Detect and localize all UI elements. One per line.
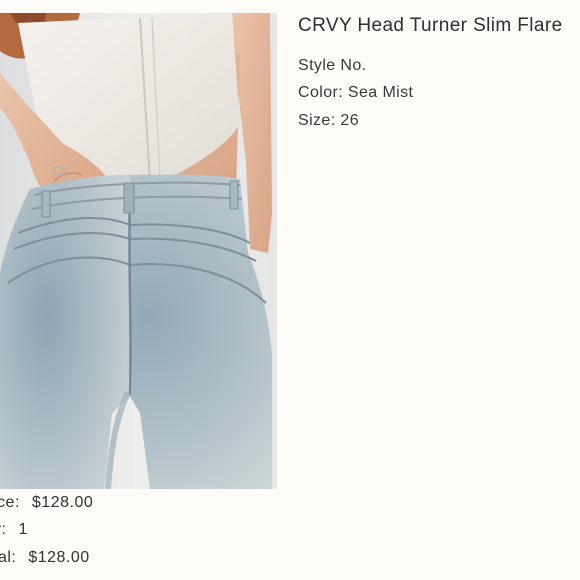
product-photo bbox=[0, 13, 277, 489]
total-row: tal: $128.00 bbox=[0, 549, 90, 567]
price-value: $128.00 bbox=[31, 494, 94, 511]
price-row: ice: $128.00 bbox=[0, 494, 93, 512]
product-title[interactable]: CRVY Head Turner Slim Flare bbox=[298, 15, 563, 37]
size-value: Size: 26 bbox=[298, 112, 360, 129]
quantity-row: y: 1 bbox=[0, 521, 28, 539]
total-value: $128.00 bbox=[28, 549, 90, 566]
style-number: Style No. bbox=[298, 57, 367, 74]
product-image[interactable] bbox=[0, 13, 277, 489]
quantity-value: 1 bbox=[18, 521, 28, 538]
order-item-page: CRVY Head Turner Slim Flare Style No. Co… bbox=[0, 0, 580, 580]
quantity-label: y: bbox=[0, 521, 7, 538]
total-label: tal: bbox=[0, 549, 17, 566]
color-value: Color: Sea Mist bbox=[298, 84, 414, 101]
price-label: ice: bbox=[0, 494, 20, 511]
